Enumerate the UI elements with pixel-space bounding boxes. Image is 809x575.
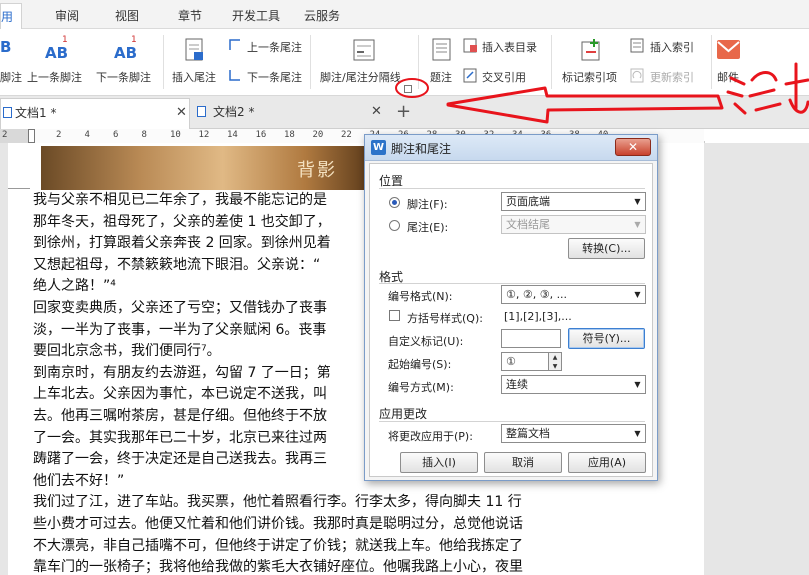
annotation-arrow <box>446 86 724 124</box>
wps-writer-window: 用 审阅 视图 章节 开发工具 云服务 B 脚注 1 AB 上一条脚注 1 AB… <box>0 0 809 575</box>
annotation-handwriting <box>726 62 809 115</box>
annotation-circle <box>395 78 429 98</box>
annotation-overlay <box>395 62 809 124</box>
